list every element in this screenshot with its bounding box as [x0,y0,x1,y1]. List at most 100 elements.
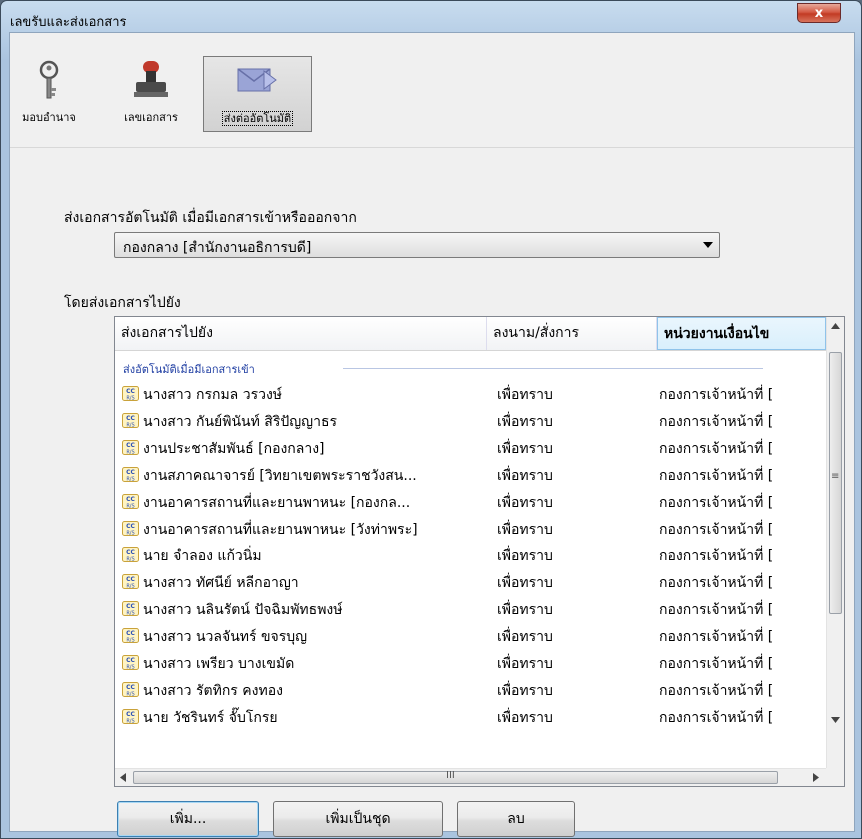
add-button[interactable]: เพิ่ม... [117,801,259,837]
grip-icon: ≡ [831,471,840,482]
list-item[interactable]: CC R/S นางสาว กรกมล วรวงษ์ เพื่อทราบ กองการเ… [115,380,826,406]
recipient-action: เพื่อทราบ [497,629,553,646]
recipient-name: งานอาคารสถานที่และยานพาหนะ [วังท่าพระ] [143,521,418,538]
title-bar[interactable]: เลขรับและส่งเอกสาร x [1,1,861,35]
horizontal-scrollbar[interactable]: III [115,768,826,786]
svg-text:R/S: R/S [126,503,134,509]
svg-text:R/S: R/S [126,665,134,671]
dialog-window: เลขรับและส่งเอกสาร x มอบอำนาจ เลขเอกสาร … [0,0,862,839]
scroll-down-icon[interactable] [831,717,840,723]
svg-text:CC: CC [126,576,135,583]
recipient-unit: กองการเจ้าหน้าที่ [ [659,602,774,619]
toolbar-label: มอบอำนาจ [22,111,76,124]
list-item[interactable]: CC R/S นาย จำลอง แก้วนิ่ม เพื่อทราบ กองการเจ… [115,541,826,567]
toolbar-autoforward-button[interactable]: ส่งต่ออัตโนมัติ [203,56,312,132]
list-item[interactable]: CC R/S งานอาคารสถานที่และยานพาหนะ [กองกล..… [115,488,826,514]
recipient-unit: กองการเจ้าหน้าที่ [ [659,629,774,646]
vertical-scroll-thumb[interactable]: ≡ [829,352,842,614]
svg-text:R/S: R/S [126,530,134,536]
column-header-action[interactable]: ลงนาม/สั่งการ [487,317,657,350]
recipient-unit: กองการเจ้าหน้าที่ [ [659,467,774,484]
list-item[interactable]: CC R/S งานสภาคณาจารย์ [วิทยาเขตพระราชวังสน… [115,461,826,487]
close-icon: x [814,6,824,21]
recipients-list[interactable]: ส่งเอกสารไปยัง ลงนาม/สั่งการ หน่วยงานเงื… [114,316,845,787]
recipient-action: เพื่อทราบ [497,656,553,672]
svg-text:CC: CC [126,415,135,422]
cc-recipient-icon: CCR/S [122,520,139,536]
svg-text:R/S: R/S [126,691,134,697]
recipient-unit: กองการเจ้าหน้าที่ [ [659,521,774,538]
recipient-name: งานประชาสัมพันธ์ [กองกลาง] [143,440,325,457]
scroll-right-icon[interactable] [813,773,819,782]
recipient-action: เพื่อทราบ [497,413,553,430]
close-button[interactable]: x [797,3,841,23]
chevron-down-icon [703,242,713,248]
toolbar-label: ส่งต่ออัตโนมัติ [221,111,294,126]
recipient-name: นาย จำลอง แก้วนิ่ม [143,548,262,565]
cc-recipient-icon: CCR/S [122,574,139,590]
scroll-up-icon[interactable] [831,323,840,329]
delete-button[interactable]: ลบ [457,801,575,837]
svg-text:R/S: R/S [126,584,134,590]
svg-text:R/S: R/S [126,611,134,617]
list-item[interactable]: CC R/S นางสาว ทัศนีย์ หลีกอาญา เพื่อทราบ กอง… [115,568,826,594]
list-item[interactable]: CC R/S นางสาว นลินรัตน์ ปัจฉิมพัทธพงษ์ เพื่… [115,595,826,621]
horizontal-scroll-thumb[interactable]: III [133,770,778,784]
recipient-unit: กองการเจ้าหน้าที่ [ [659,709,774,726]
recipient-action: เพื่อทราบ [497,602,553,619]
add-set-button[interactable]: เพิ่มเป็นชุด [273,801,443,837]
list-item[interactable]: CC R/S งานอาคารสถานที่และยานพาหนะ [วังท่าพ… [115,515,826,541]
recipient-action: เพื่อทราบ [497,575,553,592]
recipient-name: นาย วัชรินทร์ จั๊บโกรย [143,709,278,726]
cc-recipient-icon: CCR/S [122,601,139,617]
svg-text:CC: CC [126,630,135,637]
recipient-unit: กองการเจ้าหน้าที่ [ [659,387,774,403]
list-item[interactable]: CC R/S นางสาว เพรียว บางเขมัด เพื่อทราบ กองก… [115,649,826,675]
toolbar: มอบอำนาจ เลขเอกสาร ส่งต่ออัตโนมัติ [10,33,854,148]
column-header-unit[interactable]: หน่วยงานเงื่อนไข [657,317,826,350]
recipient-action: เพื่อทราบ [497,387,553,403]
svg-text:CC: CC [126,523,135,530]
cc-recipient-icon: CCR/S [122,386,139,401]
unit-select-value: กองกลาง [สำนักงานอธิการบดี] [123,240,312,256]
toolbar-delegate-button[interactable]: มอบอำนาจ [13,56,85,132]
svg-text:CC: CC [126,496,135,503]
grip-icon: III [446,770,455,781]
recipient-unit: กองการเจ้าหน้าที่ [ [659,494,774,511]
cc-recipient-icon: CCR/S [122,628,139,644]
recipient-unit: กองการเจ้าหน้าที่ [ [659,656,774,672]
list-item[interactable]: CC R/S งานประชาสัมพันธ์ [กองกลาง] เพื่อทราบ… [115,434,826,460]
svg-text:R/S: R/S [126,638,134,644]
cc-recipient-icon: CCR/S [122,708,139,724]
list-item[interactable]: CC R/S นางสาว รัตทิกร คงทอง เพื่อทราบ กองการ… [115,676,826,702]
vertical-scrollbar[interactable]: ≡ [826,317,844,768]
svg-text:CC: CC [126,549,135,556]
cc-recipient-icon: CCR/S [122,681,139,697]
list-item[interactable]: CC R/S นางสาว นวลจันทร์ ขจรบุญ เพื่อทราบ กอง… [115,622,826,648]
dialog-client: มอบอำนาจ เลขเอกสาร ส่งต่ออัตโนมัติ ส่งเอ… [9,32,855,837]
scroll-left-icon[interactable] [120,773,126,782]
recipient-action: เพื่อทราบ [497,709,553,726]
recipient-unit: กองการเจ้าหน้าที่ [ [659,440,774,457]
recipient-name: นางสาว รัตทิกร คงทอง [143,682,283,699]
group-divider [343,368,763,369]
cc-recipient-icon: CCR/S [122,439,139,455]
svg-text:R/S: R/S [126,396,134,402]
svg-text:R/S: R/S [126,718,134,724]
svg-text:R/S: R/S [126,557,134,563]
list-item[interactable]: CC R/S นางสาว กันย์พินันท์ สิริปัญญาธร เพื่… [115,407,826,433]
recipient-unit: กองการเจ้าหน้าที่ [ [659,575,774,592]
recipient-unit: กองการเจ้าหน้าที่ [ [659,413,774,430]
list-item[interactable]: CC R/S นาย วัชรินทร์ จั๊บโกรย เพื่อทราบ กองก… [115,703,826,729]
svg-text:CC: CC [126,388,135,395]
svg-text:R/S: R/S [126,476,134,482]
recipient-name: นางสาว นลินรัตน์ ปัจฉิมพัทธพงษ์ [143,602,343,619]
column-header-recipient[interactable]: ส่งเอกสารไปยัง [115,317,487,350]
svg-text:CC: CC [126,711,135,718]
unit-select[interactable]: กองกลาง [สำนักงานอธิการบดี] [114,232,720,258]
toolbar-docnumber-button[interactable]: เลขเอกสาร [96,56,206,132]
recipient-name: งานอาคารสถานที่และยานพาหนะ [กองกล... [143,494,411,511]
key-icon [39,60,59,99]
recipient-action: เพื่อทราบ [497,682,553,699]
svg-text:CC: CC [126,442,135,449]
